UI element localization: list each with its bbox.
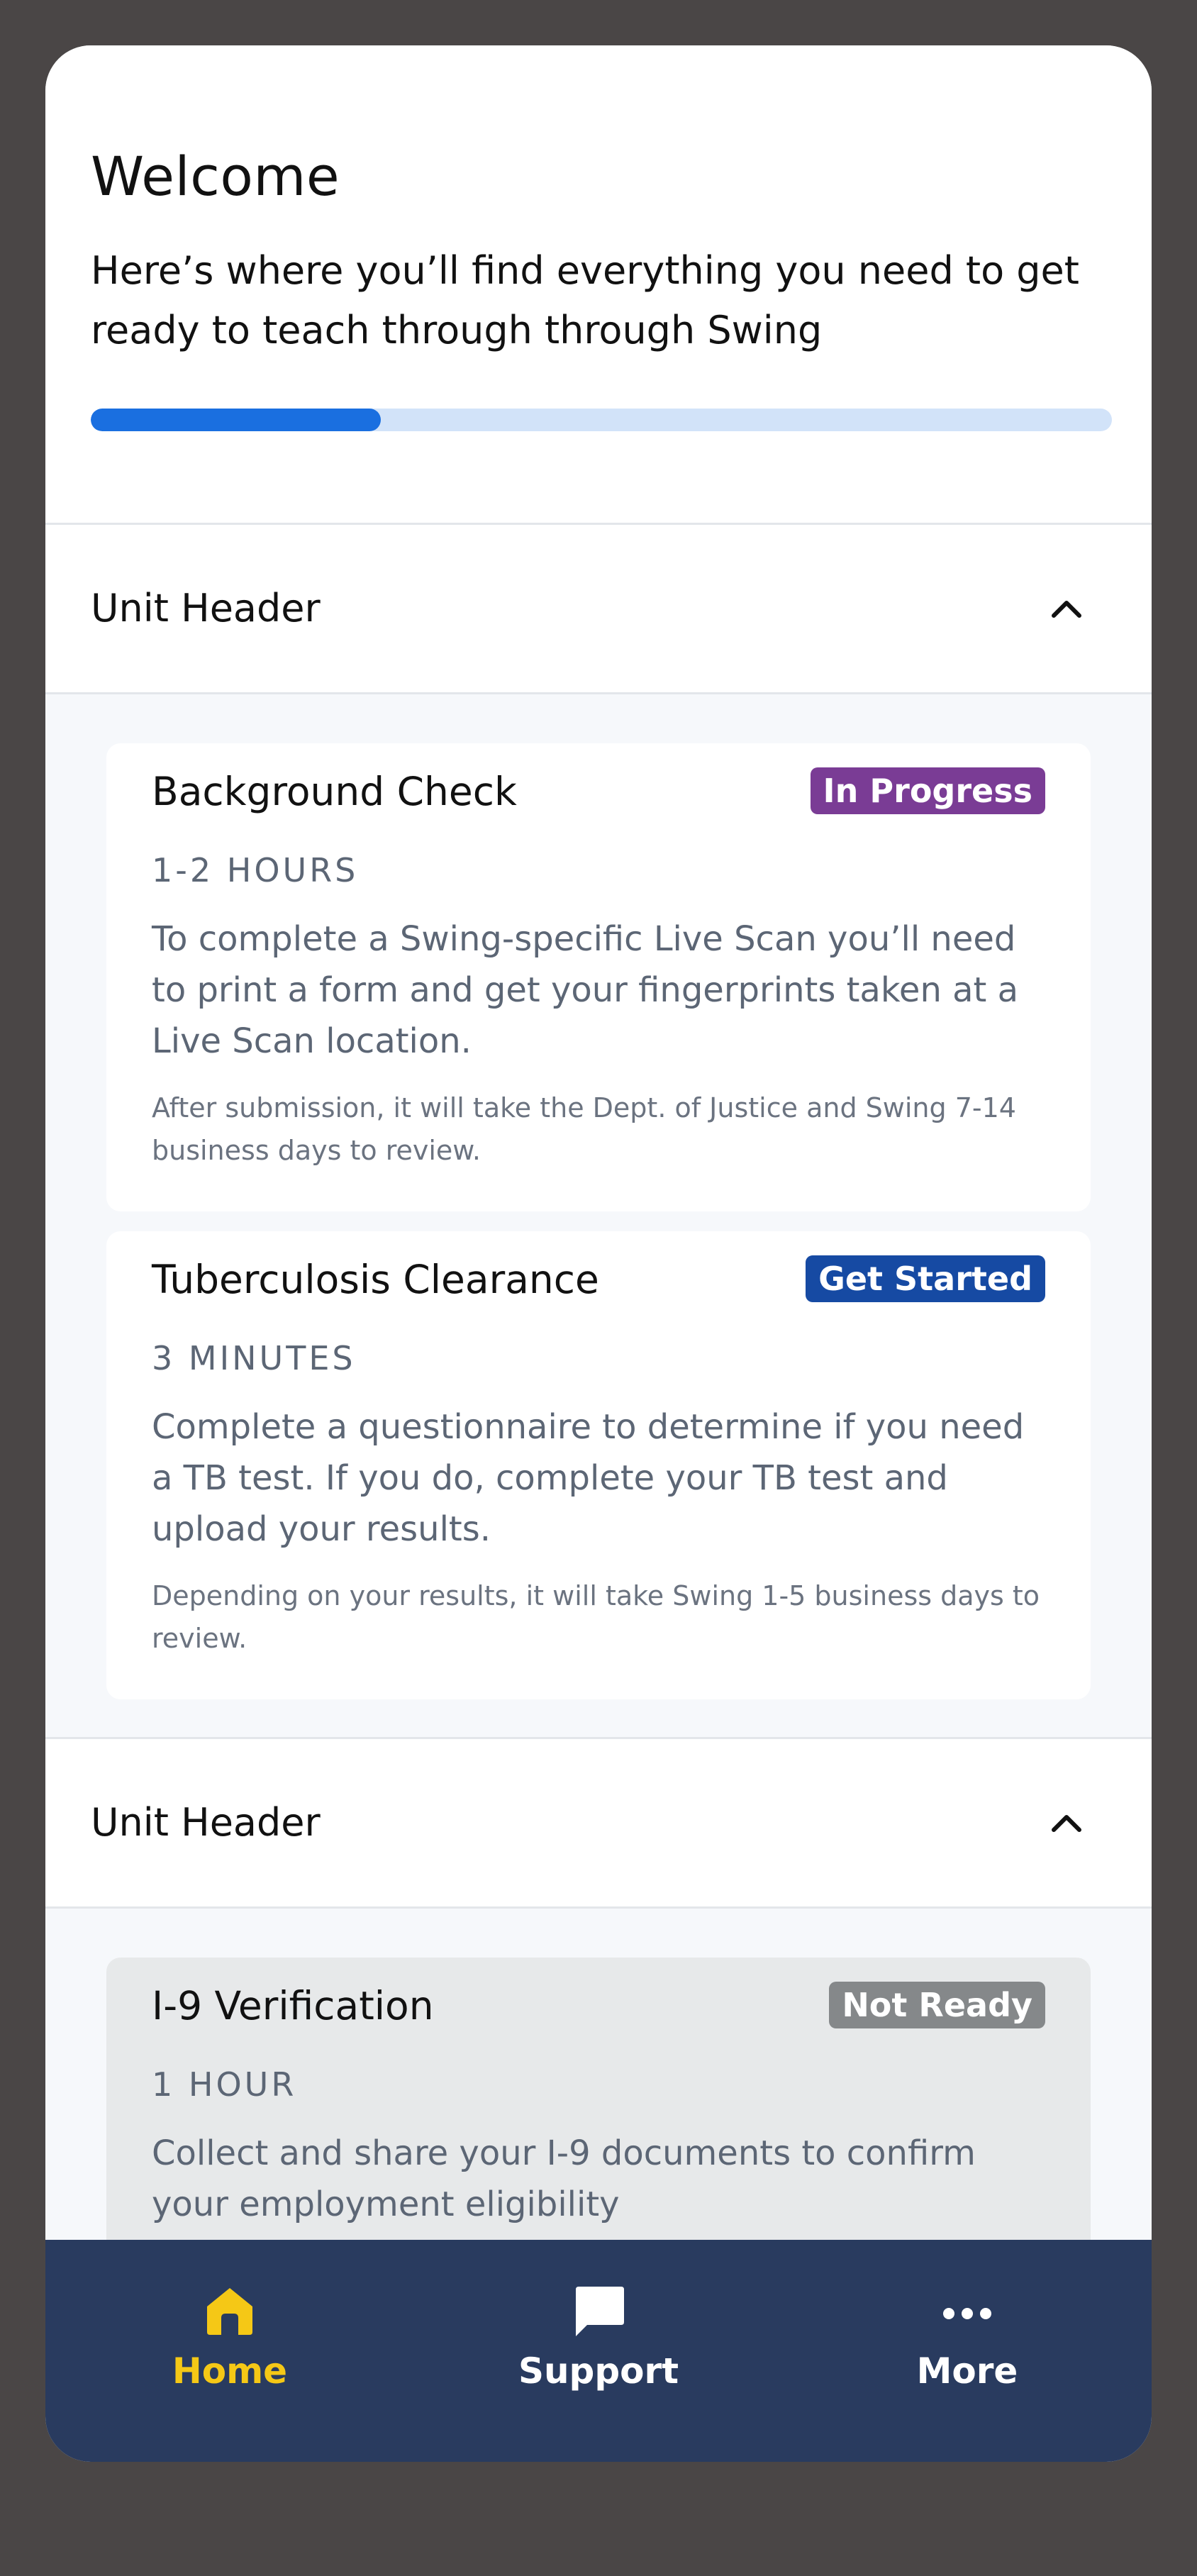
task-card-tuberculosis-clearance[interactable]: Tuberculosis Clearance Get Started 3 MIN… [106,1231,1091,1699]
tab-label: Support [518,2350,679,2392]
tab-label: Home [172,2350,288,2392]
unit-header-title: Unit Header [91,586,321,631]
chevron-up-icon[interactable] [1050,1806,1084,1840]
chevron-up-icon[interactable] [1050,592,1084,626]
status-badge: In Progress [810,767,1045,814]
welcome-subtitle: Here’s where you’ll find everything you … [91,248,1079,352]
status-badge: Get Started [806,1255,1045,1302]
progress-bar-fill [91,409,381,431]
card-title: Background Check [152,769,517,814]
card-description: Collect and share your I-9 documents to … [152,2133,976,2224]
card-note: Depending on your results, it will take … [152,1580,1040,1654]
tab-label: More [916,2350,1018,2392]
onboarding-progress-bar [91,409,1112,431]
more-dots-icon [943,2308,991,2319]
page-title: Welcome [91,145,340,208]
task-card-background-check[interactable]: Background Check In Progress 1-2 HOURS T… [106,743,1091,1211]
card-note: After submission, it will take the Dept.… [152,1092,1016,1166]
chat-bubble-icon [576,2287,624,2336]
status-badge: Not Ready [829,1982,1045,2028]
tab-home[interactable]: Home [45,2240,414,2462]
card-duration: 1-2 HOURS [152,851,359,889]
card-duration: 1 HOUR [152,2065,297,2104]
bottom-tab-bar: Home Support More [45,2240,1152,2462]
task-card-i9-verification[interactable]: I-9 Verification Not Ready 1 HOUR Collec… [106,1958,1091,2284]
home-icon [207,2288,252,2335]
card-description: To complete a Swing-specific Live Scan y… [152,919,1019,1061]
card-title: Tuberculosis Clearance [152,1257,599,1302]
tab-support[interactable]: Support [414,2240,783,2462]
unit-header-title: Unit Header [91,1800,321,1845]
unit-header-2[interactable]: Unit Header [45,1737,1152,1909]
tab-more[interactable]: More [783,2240,1152,2462]
unit-header-1[interactable]: Unit Header [45,523,1152,694]
card-duration: 3 MINUTES [152,1339,356,1377]
card-title: I-9 Verification [152,1983,434,2028]
app-screen: Welcome Here’s where you’ll find everyth… [45,45,1152,2462]
welcome-section: Welcome Here’s where you’ll find everyth… [45,45,1152,525]
card-description: Complete a questionnaire to determine if… [152,1407,1025,1549]
